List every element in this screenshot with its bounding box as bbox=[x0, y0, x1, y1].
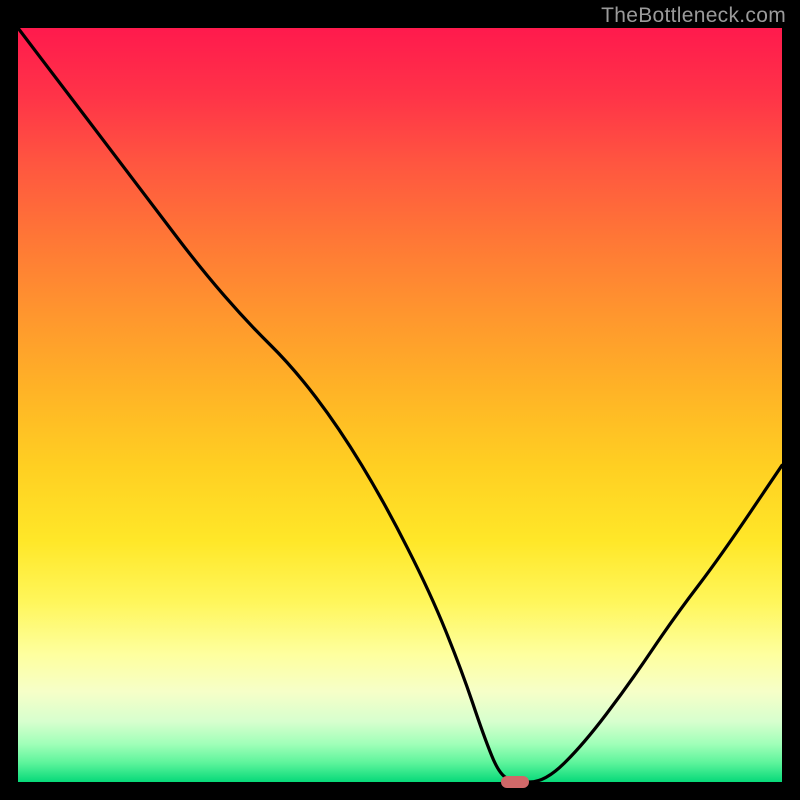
watermark-text: TheBottleneck.com bbox=[601, 4, 786, 28]
optimum-marker bbox=[501, 776, 529, 788]
chart-container: TheBottleneck.com bbox=[0, 0, 800, 800]
bottleneck-curve bbox=[18, 28, 782, 782]
plot-area bbox=[18, 28, 782, 782]
